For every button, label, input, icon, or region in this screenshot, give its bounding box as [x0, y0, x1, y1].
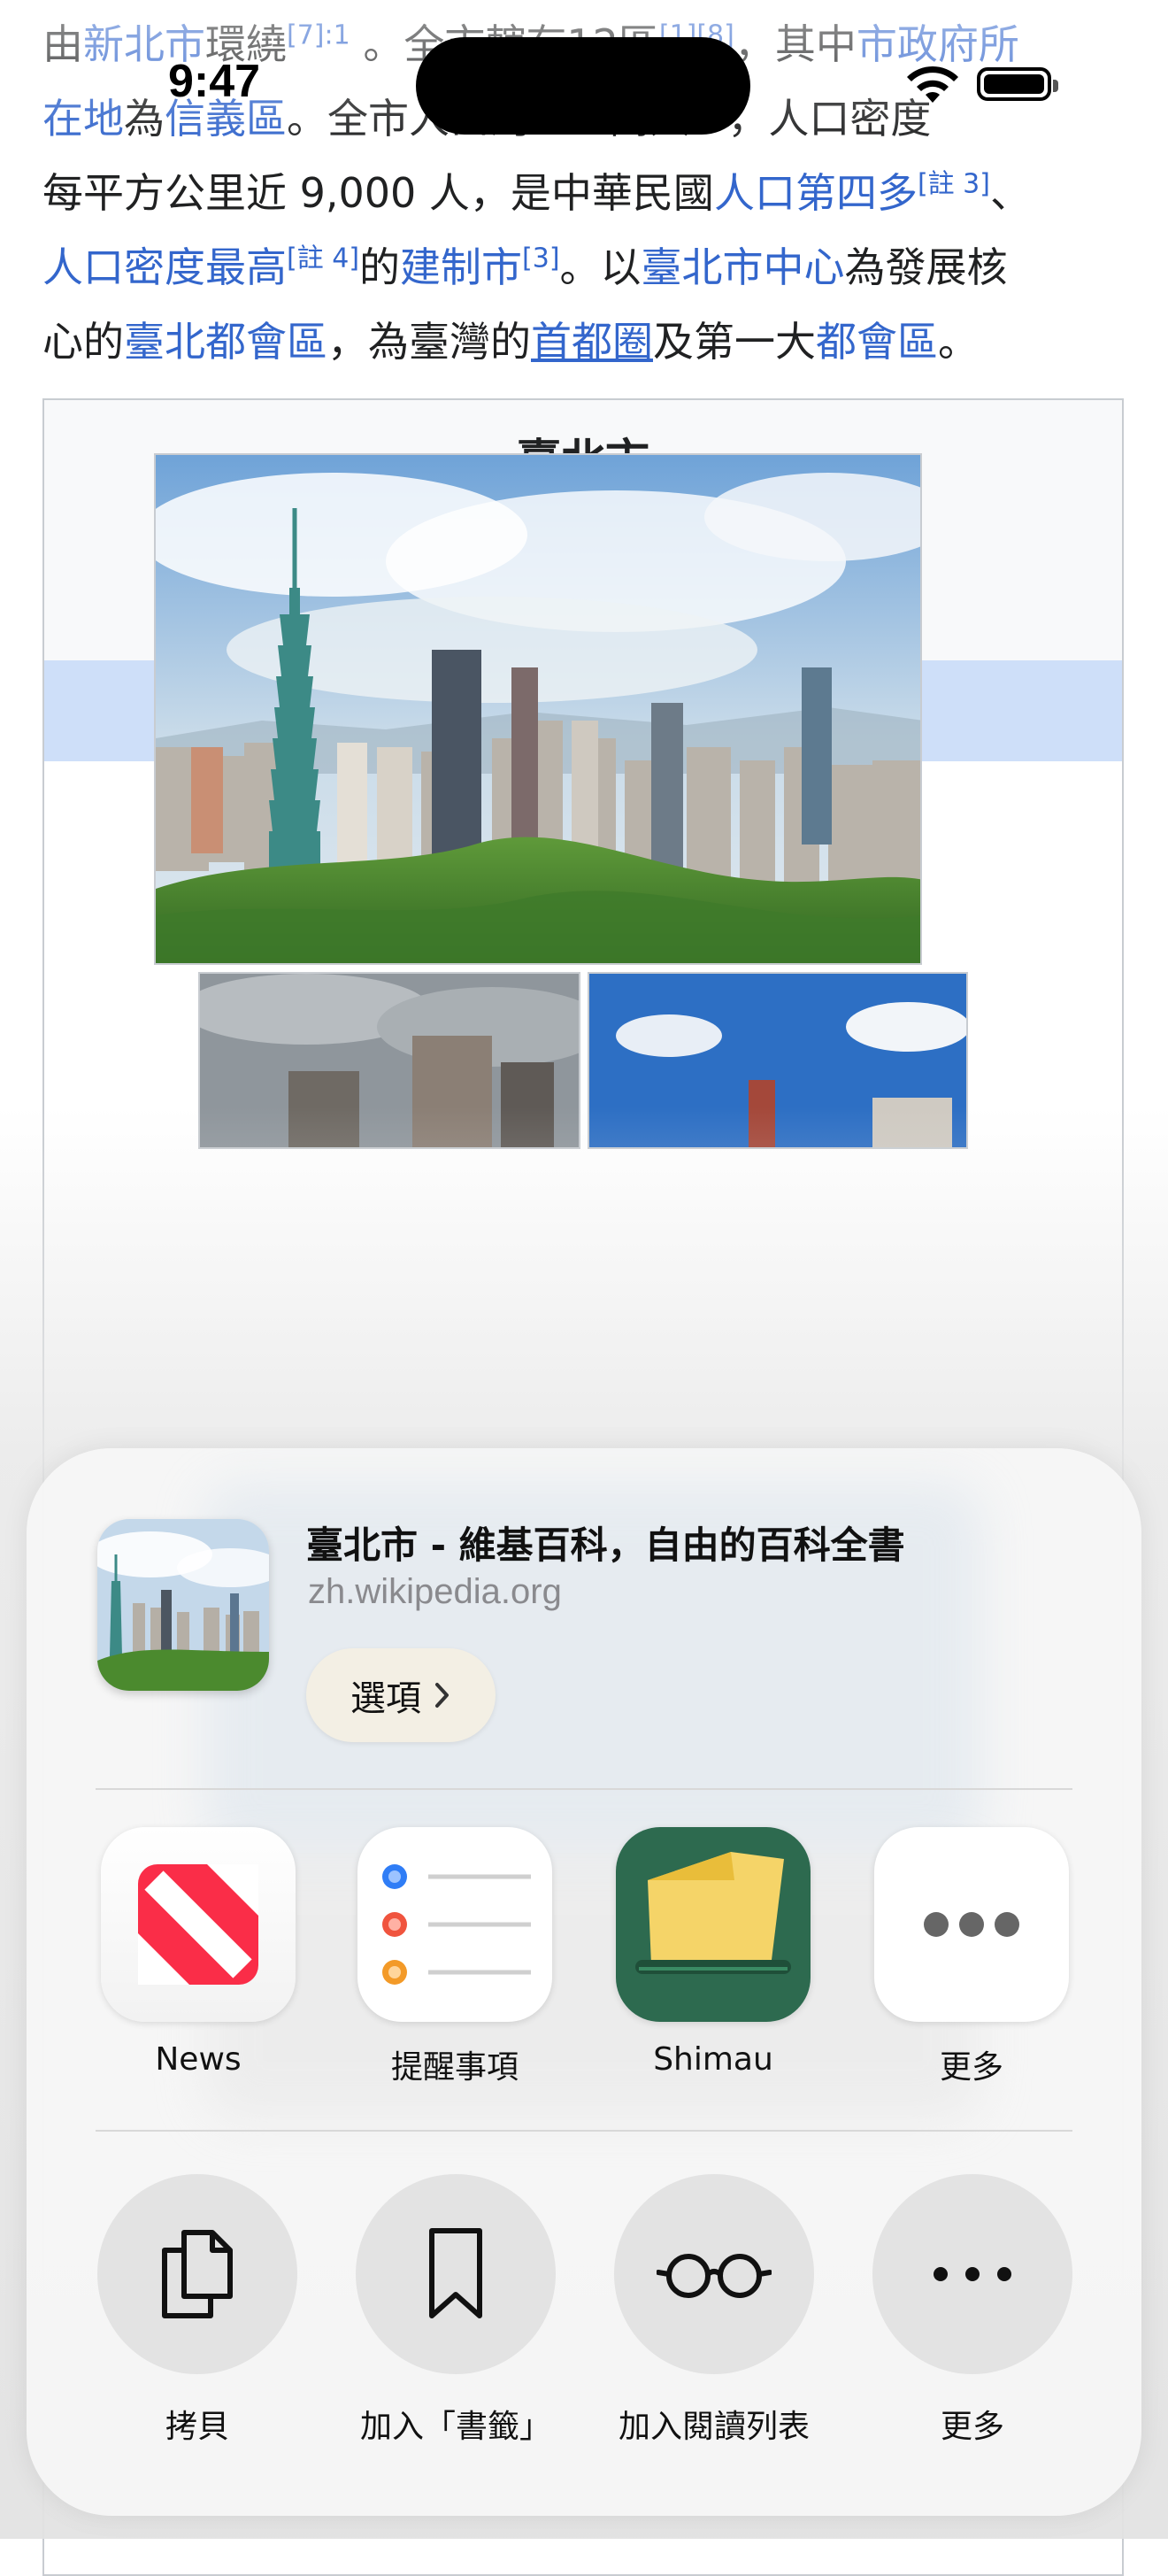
action-label: 加入閱讀列表	[618, 2409, 810, 2445]
share-app-reminders[interactable]: 提醒事項	[357, 1827, 552, 2087]
options-label: 選項	[350, 1678, 421, 1719]
action-more[interactable]: 更多	[872, 2174, 1072, 2447]
article-text-span: 每平方公里近 9,000 人，是中華民國	[42, 169, 714, 217]
reminders-icon	[357, 1827, 552, 2022]
more-icon	[934, 2267, 1011, 2281]
article-link[interactable]: 建制市	[400, 243, 522, 291]
action-add-reading-list[interactable]: 加入閱讀列表	[614, 2174, 814, 2447]
article-text-span: 、	[989, 169, 1031, 217]
options-button[interactable]: 選項	[306, 1648, 496, 1742]
app-label: 更多	[939, 2049, 1003, 2086]
share-app-news[interactable]: News	[101, 1827, 296, 2078]
article-line: 人口密度最高[註 4]的建制市[3]。以臺北市中心為發展核	[42, 230, 1008, 305]
share-page-url: zh.wikipedia.org	[308, 1572, 562, 1611]
app-label: News	[155, 2041, 242, 2078]
share-app-shimau[interactable]: Shimau	[616, 1827, 811, 2078]
action-label: 更多	[940, 2409, 1004, 2445]
article-link[interactable]: 都會區	[816, 318, 938, 366]
page-thumbnail	[97, 1519, 269, 1691]
article-line: 心的臺北都會區，為臺灣的首都圈及第一大都會區。	[42, 305, 979, 379]
dynamic-island	[416, 37, 750, 135]
article-link[interactable]: 臺北都會區	[124, 318, 327, 366]
citation-link[interactable]: [3]	[522, 243, 560, 274]
article-text-span: 。	[938, 318, 979, 366]
action-add-bookmark[interactable]: 加入「書籤」	[356, 2174, 556, 2447]
article-text-span: ，為臺灣的	[327, 318, 531, 366]
article-text-span: 。以	[559, 243, 642, 291]
action-label: 拷貝	[165, 2409, 229, 2445]
article-text-span: 心的	[42, 318, 124, 366]
app-label: Shimau	[653, 2041, 773, 2078]
divider	[96, 2130, 1072, 2132]
action-copy[interactable]: 拷貝	[97, 2174, 297, 2447]
shimau-icon	[616, 1827, 811, 2022]
action-label: 加入「書籤」	[359, 2409, 551, 2445]
glasses-icon	[657, 2254, 772, 2298]
app-label: 提醒事項	[390, 2049, 519, 2086]
share-sheet: 臺北市 - 維基百科，自由的百科全書 zh.wikipedia.org 選項 N…	[27, 1448, 1141, 2516]
news-icon	[101, 1827, 296, 2022]
divider	[96, 1788, 1072, 1790]
status-time: 9:47	[168, 56, 261, 107]
citation-link[interactable]: [註 4]	[287, 243, 359, 274]
share-page-title: 臺北市 - 維基百科，自由的百科全書	[306, 1523, 905, 1567]
article-text-span: 及第一大	[653, 318, 816, 366]
article-link[interactable]: 人口第四多	[714, 169, 918, 217]
battery-icon	[977, 67, 1058, 101]
share-app-more[interactable]: 更多	[874, 1827, 1069, 2087]
bookmark-icon	[429, 2228, 482, 2318]
citation-link[interactable]: [註 3]	[918, 169, 990, 200]
article-link[interactable]: 臺北市中心	[642, 243, 845, 291]
wifi-icon	[907, 66, 958, 103]
article-line: 每平方公里近 9,000 人，是中華民國人口第四多[註 3]、	[42, 156, 1031, 230]
more-icon	[874, 1827, 1069, 2022]
article-link[interactable]: 人口密度最高	[42, 243, 287, 291]
chevron-right-icon	[435, 1683, 449, 1708]
article-text-span: 的	[359, 243, 401, 291]
article-text-span: 為發展核	[844, 243, 1008, 291]
taipei-skyline-photo[interactable]	[154, 453, 922, 965]
copy-icon	[162, 2230, 233, 2318]
article-link[interactable]: 首都圈	[531, 318, 653, 366]
